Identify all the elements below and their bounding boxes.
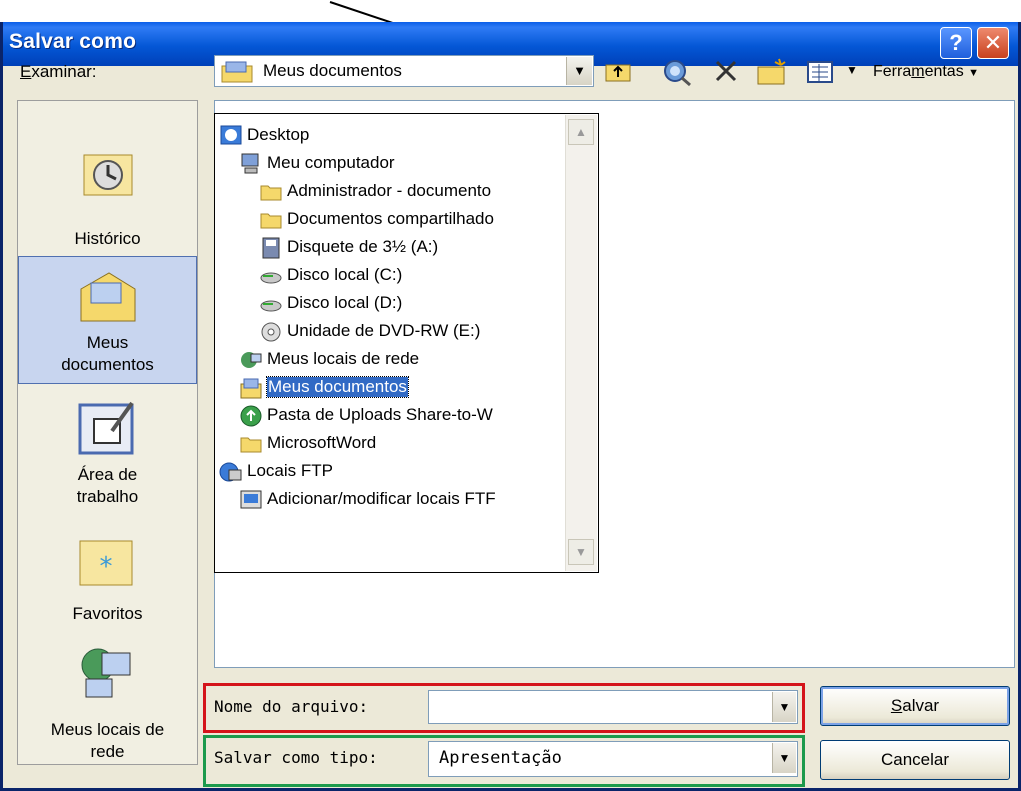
my-documents-icon — [80, 272, 136, 322]
up-one-level-icon[interactable] — [603, 57, 633, 85]
dropdown-item-label: Documentos compartilhado — [287, 209, 494, 228]
folder-icon — [260, 213, 282, 229]
look-in-dropdown-list: Desktop Meu computador Administrador - doc… — [214, 113, 599, 573]
views-icon[interactable] — [806, 57, 838, 85]
dropdown-item-label: Meu computador — [267, 153, 395, 172]
svg-text:*: * — [100, 552, 113, 582]
place-label: Área de — [77, 465, 138, 484]
network-places-icon — [81, 648, 131, 698]
my-documents-icon — [221, 61, 253, 83]
floppy-icon — [262, 237, 280, 259]
dropdown-item-label: Unidade de DVD-RW (E:) — [287, 321, 481, 340]
drive-icon — [260, 300, 282, 312]
dropdown-item-label: MicrosoftWord — [267, 433, 377, 452]
place-desktop[interactable]: Área de trabalho — [18, 391, 197, 516]
dropdown-scrollbar[interactable]: ▲ ▼ — [565, 115, 597, 571]
dvd-icon — [261, 322, 281, 342]
folder-icon — [240, 437, 262, 453]
ftp-icon — [219, 462, 242, 482]
cancel-button[interactable]: Cancelar — [820, 740, 1010, 780]
save-button[interactable]: Salvar — [820, 686, 1010, 726]
dropdown-item-label: Adicionar/modificar locais FTF — [267, 489, 496, 508]
tools-menu[interactable]: Ferramentas ▼ — [873, 63, 979, 81]
place-label: Histórico — [74, 229, 141, 248]
folder-icon — [260, 185, 282, 201]
scroll-down-button[interactable]: ▼ — [568, 539, 594, 565]
network-icon — [241, 352, 262, 368]
window-title: Salvar como — [9, 30, 137, 53]
favorites-icon: * — [79, 540, 133, 586]
views-dropdown-arrow-icon[interactable]: ▼ — [846, 63, 858, 77]
new-folder-icon[interactable] — [755, 57, 789, 87]
close-button[interactable]: ✕ — [977, 27, 1009, 59]
delete-icon[interactable] — [712, 57, 740, 85]
scroll-up-button[interactable]: ▲ — [568, 119, 594, 145]
dropdown-item-label: Meus locais de rede — [267, 349, 420, 368]
place-label: rede — [90, 742, 125, 761]
place-network[interactable]: Meus locais de rede — [18, 641, 197, 763]
look-in-dropdown-arrow[interactable]: ▼ — [566, 57, 592, 85]
place-favorites[interactable]: * Favoritos — [18, 531, 197, 631]
place-label: Favoritos — [72, 604, 143, 623]
places-bar: Histórico Meus documentos Área de trabal… — [17, 100, 198, 765]
upload-folder-icon — [240, 405, 262, 427]
place-label: documentos — [61, 355, 154, 374]
drive-icon — [260, 272, 282, 284]
dropdown-item-label: Administrador - documento — [287, 181, 492, 200]
computer-icon — [241, 153, 259, 174]
ftp-add-icon — [240, 490, 262, 509]
file-type-highlight-box — [203, 735, 805, 787]
dropdown-item-label: Meus documentos — [266, 376, 409, 398]
dropdown-item-label: Disquete de 3½ (A:) — [287, 237, 439, 256]
documents-icon — [240, 378, 262, 399]
dropdown-item-label: Locais FTP — [247, 461, 333, 480]
help-button[interactable]: ? — [940, 27, 972, 59]
desktop-icon — [78, 401, 134, 455]
dropdown-item-label: Pasta de Uploads Share-to-W — [267, 405, 493, 424]
place-history[interactable]: Histórico — [18, 113, 197, 248]
place-label: Meus locais de — [50, 720, 165, 739]
history-icon — [83, 154, 133, 196]
look-in-value: Meus documentos — [263, 61, 402, 80]
place-label: trabalho — [76, 487, 139, 506]
desktop-icon — [220, 125, 242, 145]
look-in-combo[interactable]: Meus documentos ▼ — [214, 55, 594, 87]
place-my-documents[interactable]: Meus documentos — [18, 256, 197, 384]
dropdown-item-label: Desktop — [247, 125, 310, 144]
look-in-label: Examinar: — [20, 62, 97, 81]
place-label: Meus — [86, 333, 129, 352]
dropdown-item-label: Disco local (D:) — [287, 293, 403, 312]
dropdown-item-label: Disco local (C:) — [287, 265, 403, 284]
filename-highlight-box — [203, 683, 805, 733]
search-web-icon[interactable] — [661, 57, 693, 87]
